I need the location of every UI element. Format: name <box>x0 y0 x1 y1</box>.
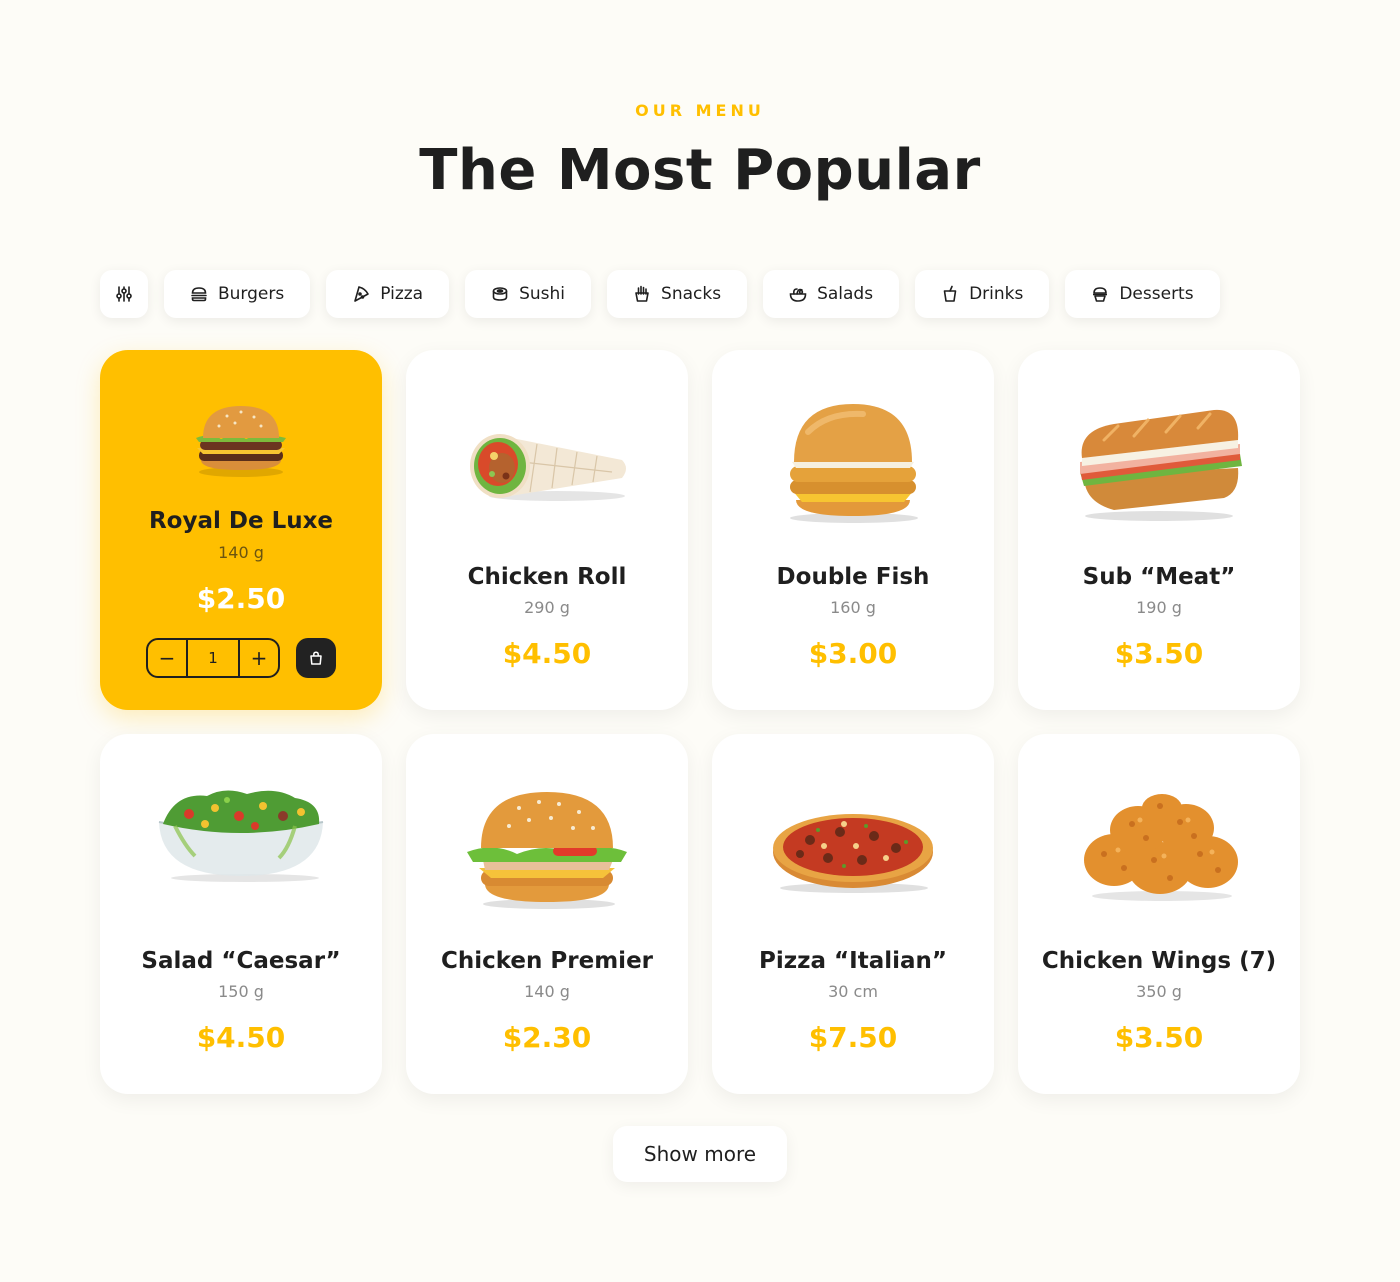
shopping-bag-icon <box>310 651 322 665</box>
product-card[interactable]: Chicken Roll 290 g $4.50 <box>406 350 688 710</box>
product-card[interactable]: Sub “Meat” 190 g $3.50 <box>1018 350 1300 710</box>
fried-chicken-image <box>1084 794 1238 901</box>
cup-icon <box>943 285 957 302</box>
product-card[interactable]: Double Fish 160 g $3.00 <box>712 350 994 710</box>
double-burger-image <box>196 406 286 477</box>
filter-chip-label: Drinks <box>969 284 1024 304</box>
filter-chip-snacks[interactable]: Snacks <box>607 270 748 318</box>
product-weight: 140 g <box>524 982 570 1001</box>
product-price: $2.50 <box>196 582 286 615</box>
product-name: Double Fish <box>776 564 930 590</box>
product-price: $7.50 <box>808 1021 898 1054</box>
product-weight: 190 g <box>1136 598 1182 617</box>
salad-bowl-image <box>158 790 324 882</box>
burger-icon <box>191 287 207 302</box>
filter-chip-burgers[interactable]: Burgers <box>164 270 311 318</box>
filter-chip-desserts[interactable]: Desserts <box>1065 270 1220 318</box>
quantity-controls: − 1 + <box>146 638 336 678</box>
filter-chip-label: Desserts <box>1119 284 1194 304</box>
add-to-cart-button[interactable] <box>296 638 336 678</box>
fish-burger-image <box>790 404 918 523</box>
product-weight: 140 g <box>218 543 264 562</box>
section-eyebrow: OUR MENU <box>635 101 765 120</box>
product-price: $2.30 <box>502 1021 592 1054</box>
product-name: Chicken Roll <box>467 564 627 590</box>
product-price: $3.00 <box>808 637 898 670</box>
quantity-value[interactable]: 1 <box>186 640 240 676</box>
product-weight: 290 g <box>524 598 570 617</box>
filter-chip-salads[interactable]: Salads <box>763 270 900 318</box>
decrease-quantity-button[interactable]: − <box>148 640 186 676</box>
product-price: $4.50 <box>502 637 592 670</box>
filter-chip-sushi[interactable]: Sushi <box>465 270 592 318</box>
pizza-image <box>773 814 933 893</box>
product-grid: Royal De Luxe 140 g $2.50 − 1 + Chicken … <box>100 350 1300 1094</box>
salad-bowl-icon <box>789 288 807 302</box>
product-price: $3.50 <box>1114 637 1204 670</box>
product-card[interactable]: Pizza “Italian” 30 cm $7.50 <box>712 734 994 1094</box>
filter-chip-label: Salads <box>817 284 874 304</box>
product-card[interactable]: Royal De Luxe 140 g $2.50 − 1 + <box>100 350 382 710</box>
quantity-stepper[interactable]: − 1 + <box>146 638 280 678</box>
filter-chip-label: Sushi <box>519 284 566 304</box>
product-name: Royal De Luxe <box>148 508 334 534</box>
filter-settings-button[interactable] <box>100 270 148 318</box>
product-weight: 160 g <box>830 598 876 617</box>
chicken-burger-image <box>467 792 627 909</box>
product-weight: 30 cm <box>828 982 878 1001</box>
sushi-icon <box>492 287 508 301</box>
product-weight: 150 g <box>218 982 264 1001</box>
filter-chip-label: Burgers <box>218 284 285 304</box>
product-card[interactable]: Chicken Wings (7) 350 g $3.50 <box>1018 734 1300 1094</box>
filter-chip-label: Snacks <box>661 284 722 304</box>
increase-quantity-button[interactable]: + <box>240 640 278 676</box>
fries-icon <box>635 285 649 302</box>
product-name: Chicken Premier <box>440 948 654 974</box>
cupcake-icon <box>1093 287 1108 302</box>
product-name: Sub “Meat” <box>1082 564 1236 590</box>
product-name: Salad “Caesar” <box>141 948 341 974</box>
filter-chip-pizza[interactable]: Pizza <box>326 270 450 318</box>
product-price: $3.50 <box>1114 1021 1204 1054</box>
sub-sandwich-image <box>1080 409 1242 521</box>
pizza-slice-icon <box>354 286 370 302</box>
filter-chip-label: Pizza <box>380 284 424 304</box>
wrap-roll-image <box>470 434 626 501</box>
product-price: $4.50 <box>196 1021 286 1054</box>
category-filter-bar: Burgers Pizza Sushi Snacks Salads Drinks <box>100 270 1220 318</box>
product-name: Chicken Wings (7) <box>1041 948 1277 974</box>
section-title: The Most Popular <box>419 138 981 203</box>
product-card[interactable]: Salad “Caesar” 150 g $4.50 <box>100 734 382 1094</box>
show-more-button[interactable]: Show more <box>613 1126 787 1182</box>
product-card[interactable]: Chicken Premier 140 g $2.30 <box>406 734 688 1094</box>
sliders-icon <box>116 286 132 302</box>
filter-chip-drinks[interactable]: Drinks <box>915 270 1050 318</box>
product-name: Pizza “Italian” <box>758 948 947 974</box>
product-weight: 350 g <box>1136 982 1182 1001</box>
